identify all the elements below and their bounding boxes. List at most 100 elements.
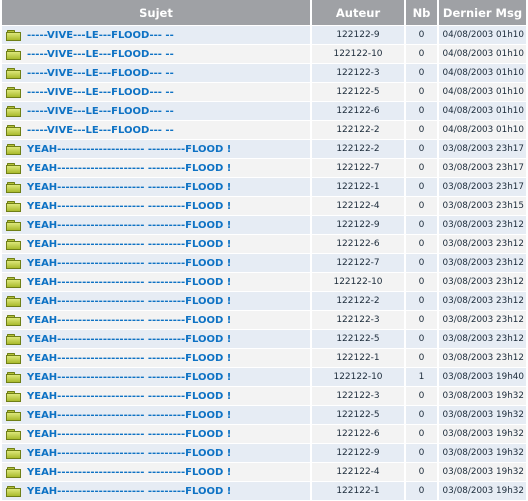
table-row[interactable]: YEAH--------------------- ---------FLOOD…	[2, 140, 526, 159]
topic-reply-count: 1	[406, 368, 437, 387]
topic-author: 122122-2	[312, 121, 404, 140]
topic-author: 122122-3	[312, 311, 404, 330]
folder-icon[interactable]	[6, 409, 21, 421]
folder-icon[interactable]	[6, 485, 21, 497]
folder-icon[interactable]	[6, 390, 21, 402]
topic-title-link[interactable]: YEAH--------------------- ---------FLOOD…	[27, 391, 231, 402]
table-row[interactable]: -----VIVE---LE---FLOOD--- -- 122122-5 0 04/…	[2, 83, 526, 102]
topic-reply-count: 0	[406, 216, 437, 235]
table-row[interactable]: YEAH--------------------- ---------FLOOD…	[2, 482, 526, 501]
folder-icon[interactable]	[6, 352, 21, 364]
folder-icon[interactable]	[6, 333, 21, 345]
table-row[interactable]: YEAH--------------------- ---------FLOOD…	[2, 178, 526, 197]
topic-title-link[interactable]: YEAH--------------------- ---------FLOOD…	[27, 486, 231, 497]
folder-icon[interactable]	[6, 428, 21, 440]
topic-reply-count: 0	[406, 349, 437, 368]
folder-icon[interactable]	[6, 29, 21, 41]
table-row[interactable]: -----VIVE---LE---FLOOD--- -- 122122-9 0 04/…	[2, 26, 526, 45]
table-row[interactable]: YEAH--------------------- ---------FLOOD…	[2, 425, 526, 444]
topic-reply-count: 0	[406, 463, 437, 482]
topic-title-link[interactable]: YEAH--------------------- ---------FLOOD…	[27, 277, 231, 288]
folder-icon[interactable]	[6, 447, 21, 459]
table-row[interactable]: YEAH--------------------- ---------FLOOD…	[2, 311, 526, 330]
folder-icon[interactable]	[6, 238, 21, 250]
topic-title-link[interactable]: YEAH--------------------- ---------FLOOD…	[27, 239, 231, 250]
table-row[interactable]: -----VIVE---LE---FLOOD--- -- 122122-3 0 04/…	[2, 64, 526, 83]
topic-reply-count: 0	[406, 292, 437, 311]
topic-title-link[interactable]: YEAH--------------------- ---------FLOOD…	[27, 182, 231, 193]
topic-last-message-date: 04/08/2003 01h10	[439, 26, 526, 45]
folder-icon-body	[6, 183, 21, 193]
folder-icon[interactable]	[6, 48, 21, 60]
topic-title-link[interactable]: YEAH--------------------- ---------FLOOD…	[27, 163, 231, 174]
topic-title-link[interactable]: YEAH--------------------- ---------FLOOD…	[27, 372, 231, 383]
topic-last-message-date: 03/08/2003 23h15	[439, 197, 526, 216]
topic-title-link[interactable]: YEAH--------------------- ---------FLOOD…	[27, 334, 231, 345]
folder-icon[interactable]	[6, 276, 21, 288]
table-row[interactable]: -----VIVE---LE---FLOOD--- -- 122122-10 0 04…	[2, 45, 526, 64]
topic-title-link[interactable]: -----VIVE---LE---FLOOD--- --	[27, 87, 174, 98]
folder-icon[interactable]	[6, 371, 21, 383]
table-row[interactable]: YEAH--------------------- ---------FLOOD…	[2, 387, 526, 406]
topic-title-link[interactable]: -----VIVE---LE---FLOOD--- --	[27, 68, 174, 79]
folder-icon[interactable]	[6, 219, 21, 231]
topic-title-link[interactable]: -----VIVE---LE---FLOOD--- --	[27, 106, 174, 117]
table-row[interactable]: -----VIVE---LE---FLOOD--- -- 122122-6 0 04/…	[2, 102, 526, 121]
folder-icon[interactable]	[6, 181, 21, 193]
topic-title-link[interactable]: YEAH--------------------- ---------FLOOD…	[27, 410, 231, 421]
topic-title-link[interactable]: -----VIVE---LE---FLOOD--- --	[27, 30, 174, 41]
table-row[interactable]: YEAH--------------------- ---------FLOOD…	[2, 292, 526, 311]
folder-icon[interactable]	[6, 314, 21, 326]
topic-title-link[interactable]: YEAH--------------------- ---------FLOOD…	[27, 296, 231, 307]
topic-last-message-date: 03/08/2003 19h32	[439, 406, 526, 425]
topic-reply-count: 0	[406, 387, 437, 406]
table-row[interactable]: YEAH--------------------- ---------FLOOD…	[2, 463, 526, 482]
folder-icon[interactable]	[6, 143, 21, 155]
folder-icon[interactable]	[6, 86, 21, 98]
topic-subject-cell: YEAH--------------------- ---------FLOOD…	[2, 254, 310, 273]
folder-icon[interactable]	[6, 466, 21, 478]
table-row[interactable]: YEAH--------------------- ---------FLOOD…	[2, 349, 526, 368]
column-header-last-message[interactable]: Dernier Msg	[439, 0, 526, 26]
table-row[interactable]: YEAH--------------------- ---------FLOOD…	[2, 254, 526, 273]
topic-title-link[interactable]: YEAH--------------------- ---------FLOOD…	[27, 220, 231, 231]
topic-title-link[interactable]: YEAH--------------------- ---------FLOOD…	[27, 144, 231, 155]
table-row[interactable]: YEAH--------------------- ---------FLOOD…	[2, 216, 526, 235]
topic-title-link[interactable]: YEAH--------------------- ---------FLOOD…	[27, 315, 231, 326]
column-header-author[interactable]: Auteur	[312, 0, 404, 26]
topic-title-link[interactable]: YEAH--------------------- ---------FLOOD…	[27, 258, 231, 269]
table-row[interactable]: YEAH--------------------- ---------FLOOD…	[2, 273, 526, 292]
table-row[interactable]: YEAH--------------------- ---------FLOOD…	[2, 197, 526, 216]
table-row[interactable]: YEAH--------------------- ---------FLOOD…	[2, 330, 526, 349]
topic-title-link[interactable]: -----VIVE---LE---FLOOD--- --	[27, 49, 174, 60]
table-row[interactable]: YEAH--------------------- ---------FLOOD…	[2, 368, 526, 387]
folder-icon[interactable]	[6, 105, 21, 117]
table-row[interactable]: YEAH--------------------- ---------FLOOD…	[2, 235, 526, 254]
folder-icon-body	[6, 164, 21, 174]
topic-subject-cell: YEAH--------------------- ---------FLOOD…	[2, 197, 310, 216]
folder-icon-body	[6, 373, 21, 383]
topic-reply-count: 0	[406, 178, 437, 197]
table-row[interactable]: -----VIVE---LE---FLOOD--- -- 122122-2 0 04/…	[2, 121, 526, 140]
folder-icon[interactable]	[6, 124, 21, 136]
folder-icon[interactable]	[6, 257, 21, 269]
table-row[interactable]: YEAH--------------------- ---------FLOOD…	[2, 444, 526, 463]
folder-icon[interactable]	[6, 295, 21, 307]
folder-icon[interactable]	[6, 162, 21, 174]
topic-reply-count: 0	[406, 64, 437, 83]
table-row[interactable]: YEAH--------------------- ---------FLOOD…	[2, 159, 526, 178]
folder-icon-body	[6, 145, 21, 155]
folder-icon[interactable]	[6, 67, 21, 79]
topic-title-link[interactable]: -----VIVE---LE---FLOOD--- --	[27, 125, 174, 136]
topic-title-link[interactable]: YEAH--------------------- ---------FLOOD…	[27, 467, 231, 478]
topic-title-link[interactable]: YEAH--------------------- ---------FLOOD…	[27, 429, 231, 440]
folder-icon[interactable]	[6, 200, 21, 212]
topic-subject-cell: YEAH--------------------- ---------FLOOD…	[2, 159, 310, 178]
column-header-subject[interactable]: Sujet	[2, 0, 310, 26]
column-header-count[interactable]: Nb	[406, 0, 437, 26]
topic-subject-cell: -----VIVE---LE---FLOOD--- --	[2, 26, 310, 45]
topic-title-link[interactable]: YEAH--------------------- ---------FLOOD…	[27, 201, 231, 212]
topic-title-link[interactable]: YEAH--------------------- ---------FLOOD…	[27, 353, 231, 364]
topic-title-link[interactable]: YEAH--------------------- ---------FLOOD…	[27, 448, 231, 459]
table-row[interactable]: YEAH--------------------- ---------FLOOD…	[2, 406, 526, 425]
